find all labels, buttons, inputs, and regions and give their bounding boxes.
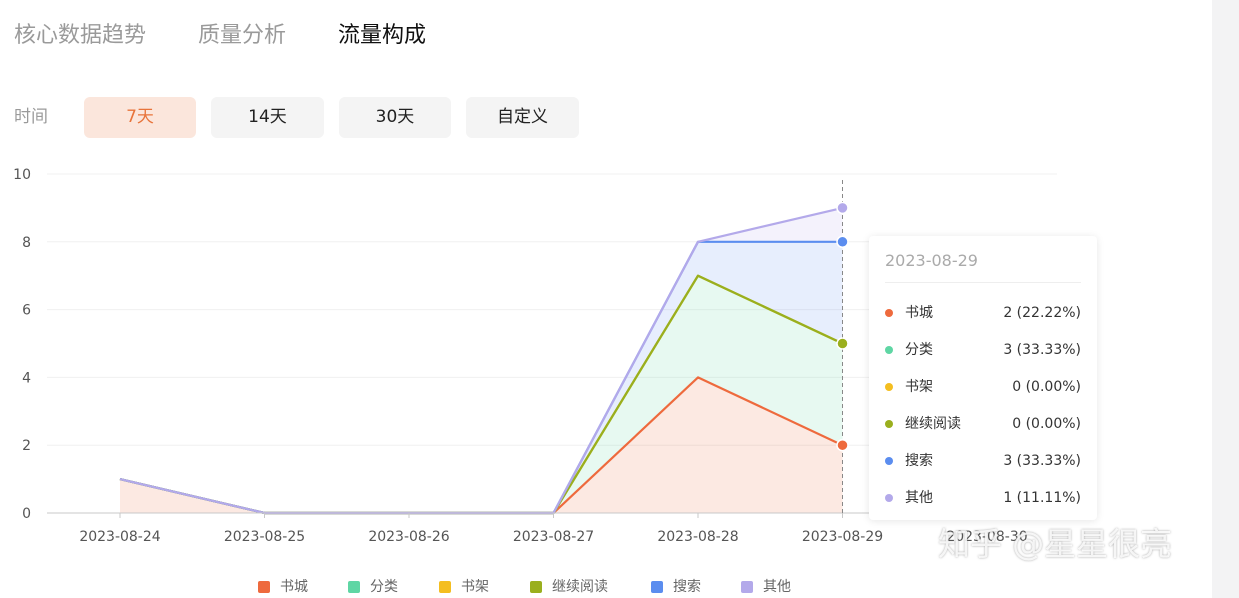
- tooltip-row: 其他 1 (11.11%): [885, 487, 1081, 509]
- x-tick-label: 2023-08-26: [368, 529, 449, 545]
- tooltip-series-value: 0 (0.00%): [1012, 416, 1081, 432]
- series-dot-icon: [885, 346, 893, 354]
- series-dot-icon: [885, 457, 893, 465]
- series-dot-icon: [885, 309, 893, 317]
- x-tick-label: 2023-08-24: [79, 529, 160, 545]
- legend-label: 分类: [370, 579, 398, 595]
- tooltip-series-value: 3 (33.33%): [1003, 342, 1081, 358]
- x-tick-label: 2023-08-29: [802, 529, 883, 545]
- hover-point-marker: [836, 438, 849, 452]
- tooltip-series-name: 书城: [905, 305, 933, 321]
- y-tick-label: 2: [22, 438, 31, 454]
- y-tick-label: 10: [13, 167, 31, 183]
- y-tick-label: 4: [22, 370, 31, 386]
- legend-swatch-icon: [348, 581, 360, 593]
- legend-label: 书架: [461, 579, 489, 595]
- tooltip-divider: [885, 282, 1081, 283]
- y-tick-label: 8: [22, 235, 31, 251]
- legend-swatch-icon: [741, 581, 753, 593]
- x-tick-label: 2023-08-27: [513, 529, 594, 545]
- legend-label: 搜索: [673, 579, 701, 595]
- hover-point-marker: [836, 337, 849, 350]
- x-tick-label: 2023-08-28: [657, 529, 738, 545]
- tooltip-row: 搜索 3 (33.33%): [885, 450, 1081, 472]
- series-dot-icon: [885, 420, 893, 428]
- tooltip-row: 书城 2 (22.22%): [885, 302, 1081, 324]
- legend-swatch-icon: [651, 581, 663, 593]
- tooltip-series-value: 1 (11.11%): [1003, 490, 1081, 506]
- y-tick-label: 6: [22, 303, 31, 319]
- tooltip-date: 2023-08-29: [885, 251, 978, 270]
- x-tick-label: 2023-08-30: [946, 529, 1027, 545]
- series-dot-icon: [885, 383, 893, 391]
- y-tick-label: 0: [22, 506, 31, 522]
- legend-label: 其他: [763, 579, 791, 595]
- tooltip-row: 分类 3 (33.33%): [885, 339, 1081, 361]
- chart-areas: [120, 207, 843, 514]
- tooltip-series-value: 3 (33.33%): [1003, 453, 1081, 469]
- legend-label: 书城: [280, 579, 308, 595]
- tooltip-series-name: 搜索: [905, 453, 933, 469]
- legend-swatch-icon: [439, 581, 451, 593]
- tooltip-series-name: 书架: [905, 379, 933, 395]
- hover-point-marker: [836, 235, 849, 249]
- legend-swatch-icon: [530, 581, 542, 593]
- tooltip-series-name: 其他: [905, 490, 933, 506]
- tooltip-row: 继续阅读 0 (0.00%): [885, 413, 1081, 435]
- tooltip-series-value: 2 (22.22%): [1003, 305, 1081, 321]
- tooltip-series-name: 继续阅读: [905, 416, 961, 432]
- legend-label: 继续阅读: [552, 579, 608, 595]
- chart-tooltip: 2023-08-29 书城 2 (22.22%) 分类 3 (33.33%) 书…: [869, 236, 1097, 520]
- legend-swatch-icon: [258, 581, 270, 593]
- hover-point-marker: [836, 201, 849, 215]
- tooltip-row: 书架 0 (0.00%): [885, 376, 1081, 398]
- tooltip-series-name: 分类: [905, 342, 933, 358]
- tooltip-series-value: 0 (0.00%): [1012, 379, 1081, 395]
- series-dot-icon: [885, 494, 893, 502]
- x-tick-label: 2023-08-25: [224, 529, 305, 545]
